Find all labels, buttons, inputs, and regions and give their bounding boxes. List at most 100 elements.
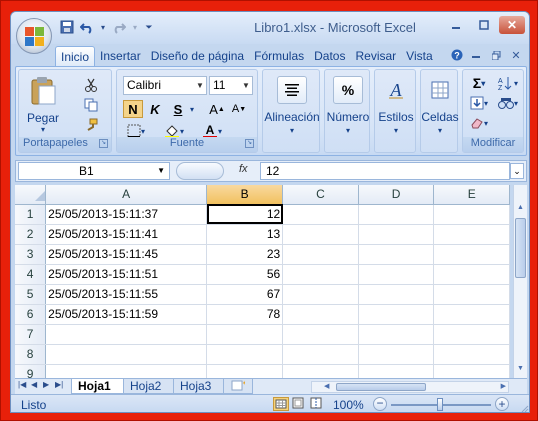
cell-c[interactable] [282,244,359,265]
column-header-e[interactable]: E [433,185,510,205]
font-name-combo[interactable]: Calibri ▼ [123,76,207,95]
cell-d[interactable] [358,344,435,365]
cut-icon[interactable] [81,76,101,94]
cell-d[interactable] [358,224,435,245]
worksheet-grid[interactable]: A B C D E 1 25/05/2013-15:11:37 12 2 25/05/2… [15,185,510,378]
format-painter-icon[interactable] [81,116,101,134]
row-header[interactable]: 5 [15,284,47,305]
zoom-out-icon[interactable]: − [373,397,387,411]
zoom-in-icon[interactable]: + [495,397,509,411]
doc-minimize-icon[interactable] [467,46,485,64]
column-header-a[interactable]: A [45,185,208,205]
cell-a[interactable] [45,344,208,365]
bold-button[interactable]: N [123,100,143,118]
italic-button[interactable]: K [145,100,165,118]
copy-icon[interactable] [81,96,101,114]
cell-d[interactable] [358,204,435,225]
close-icon[interactable]: ✕ [499,16,525,34]
tab-inicio[interactable]: Inicio [55,46,96,66]
cell-e[interactable] [433,344,510,365]
hscroll-thumb[interactable] [336,383,426,391]
cell-e[interactable] [433,264,510,285]
shrink-font-icon[interactable]: A ▼ [229,100,249,118]
cell-a[interactable] [45,324,208,345]
row-header[interactable]: 4 [15,264,47,285]
cell-b[interactable]: 56 [206,264,284,285]
tab-diseno-pagina[interactable]: Diseño de página [146,46,249,66]
scroll-down-icon[interactable]: ▼ [514,365,527,378]
underline-dropdown-icon[interactable]: ▾ [188,100,196,118]
cell-d[interactable] [358,284,435,305]
cell-d[interactable] [358,244,435,265]
cell-b[interactable]: 67 [206,284,284,305]
cell-a[interactable]: 25/05/2013-15:11:55 [45,284,208,305]
cell-b[interactable]: 78 [206,304,284,325]
cell-b[interactable] [206,344,284,365]
grow-font-icon[interactable]: A ▲ [207,100,227,118]
cell-d[interactable] [358,324,435,345]
tab-formulas[interactable]: Fórmulas [249,46,309,66]
cell-e[interactable] [433,224,510,245]
cell-a[interactable]: 25/05/2013-15:11:37 [45,204,208,225]
hscroll-right-icon[interactable]: ▶ [501,382,506,390]
sheet-tab-hoja3[interactable]: Hoja3 [173,379,225,394]
vertical-scrollbar[interactable]: ▲ ▼ [513,185,527,378]
cell-c[interactable] [282,204,359,225]
column-header-d[interactable]: D [358,185,435,205]
cell-b[interactable]: 23 [206,244,284,265]
cell-c[interactable] [282,364,359,378]
first-sheet-icon[interactable]: |◀ [18,380,26,389]
tab-revisar[interactable]: Revisar [350,46,401,66]
cell-b[interactable] [206,324,284,345]
select-all-corner[interactable] [15,185,47,205]
doc-close-icon[interactable]: ✕ [507,46,525,64]
minimize-icon[interactable] [443,16,469,34]
styles-group[interactable]: A Estilos ▾ [374,69,416,153]
underline-button[interactable]: S [169,100,187,118]
doc-restore-icon[interactable] [487,46,505,64]
column-header-c[interactable]: C [282,185,359,205]
resize-grip-icon[interactable] [519,403,529,412]
last-sheet-icon[interactable]: ▶| [55,380,63,389]
sort-filter-icon[interactable]: A Z ▾ [495,74,521,92]
help-icon[interactable]: ? [449,46,465,64]
cell-c[interactable] [282,264,359,285]
name-box[interactable]: B1 ▼ [18,162,170,180]
formula-splitter[interactable] [176,162,224,180]
insert-sheet-icon[interactable]: ✶ [223,379,253,394]
formula-input[interactable]: 12 [260,162,510,180]
clear-icon[interactable]: ▾ [467,114,491,132]
row-header[interactable]: 7 [15,324,47,345]
cell-d[interactable] [358,264,435,285]
expand-formula-bar-icon[interactable]: ⌄ [510,163,524,179]
office-button[interactable] [16,18,52,54]
fill-icon[interactable]: ▾ [467,94,491,112]
row-header[interactable]: 8 [15,344,47,365]
tab-vista[interactable]: Vista [401,46,437,66]
clipboard-launcher-icon[interactable]: ↘ [99,139,108,148]
find-select-icon[interactable]: ▾ [495,94,521,112]
prev-sheet-icon[interactable]: ◀ [31,380,37,389]
row-header[interactable]: 6 [15,304,47,325]
column-header-b[interactable]: B [206,185,284,205]
tab-datos[interactable]: Datos [309,46,350,66]
normal-view-icon[interactable] [273,397,289,411]
autosum-icon[interactable]: Σ ▾ [467,74,491,92]
font-launcher-icon[interactable]: ↘ [245,139,254,148]
scroll-thumb[interactable] [515,218,526,278]
cell-e[interactable] [433,364,510,378]
cell-a[interactable]: 25/05/2013-15:11:41 [45,224,208,245]
row-header[interactable]: 3 [15,244,47,265]
name-box-dropdown-icon[interactable]: ▼ [157,163,165,179]
cell-b[interactable]: 13 [206,224,284,245]
cell-e[interactable] [433,304,510,325]
horizontal-scrollbar[interactable]: ◀ ▶ [311,381,509,393]
zoom-level[interactable]: 100% [333,398,364,412]
cell-c[interactable] [282,284,359,305]
cell-b[interactable] [206,364,284,378]
cell-c[interactable] [282,324,359,345]
scroll-up-icon[interactable]: ▲ [514,204,527,217]
page-layout-icon[interactable] [291,397,307,411]
row-header[interactable]: 1 [15,204,47,225]
page-break-preview-icon[interactable] [309,397,325,411]
